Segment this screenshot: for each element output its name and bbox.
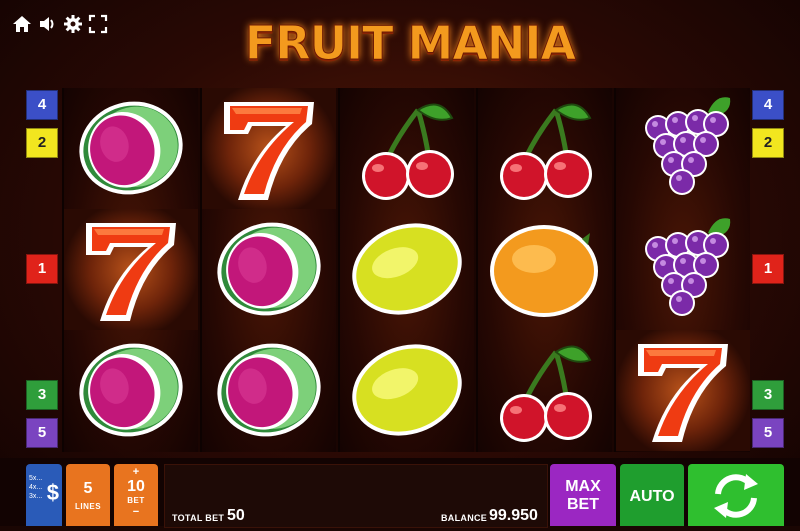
line-marker-1[interactable]: 1 <box>752 254 784 284</box>
line-marker-2[interactable]: 2 <box>26 128 58 158</box>
seven-symbol <box>64 209 198 330</box>
cherry-symbol <box>340 88 474 209</box>
home-icon[interactable] <box>12 14 32 34</box>
bet-value: 10 <box>127 478 145 495</box>
total-bet-label: TOTAL BET <box>172 513 225 523</box>
watermelon-symbol <box>64 330 198 451</box>
line-marker-1[interactable]: 1 <box>26 254 58 284</box>
reel-3 <box>338 88 474 452</box>
reel-area <box>62 88 750 452</box>
seven-symbol <box>202 88 336 209</box>
bet-decrease-icon[interactable]: − <box>114 506 158 518</box>
gear-icon[interactable] <box>63 14 83 34</box>
cherry-symbol <box>478 88 612 209</box>
orange-symbol <box>478 209 612 330</box>
auto-label: AUTO <box>629 488 675 505</box>
speaker-icon[interactable] <box>38 14 58 34</box>
auto-button[interactable]: AUTO <box>620 464 684 526</box>
line-marker-3[interactable]: 3 <box>752 380 784 410</box>
watermelon-symbol <box>64 88 198 209</box>
reel-1 <box>62 88 198 452</box>
lines-label: LINES <box>74 502 102 511</box>
fullscreen-icon[interactable] <box>88 14 108 34</box>
max-bet-label-line2: BET <box>567 496 599 513</box>
bet-increase-icon[interactable]: + <box>114 466 158 478</box>
line-marker-2[interactable]: 2 <box>752 128 784 158</box>
line-marker-4[interactable]: 4 <box>26 90 58 120</box>
line-marker-4[interactable]: 4 <box>752 90 784 120</box>
reel-2 <box>200 88 336 452</box>
paytable-button[interactable]: 5x... 4x... 3x... $ <box>26 464 62 526</box>
balance-label: BALANCE <box>441 513 488 523</box>
lemon-symbol <box>340 330 474 451</box>
reel-4 <box>476 88 612 452</box>
paytable-line-4x: 4x... <box>29 484 43 491</box>
cherry-symbol <box>478 330 612 451</box>
max-bet-label-line1: MAX <box>565 478 601 495</box>
total-bet-value: 50 <box>227 507 245 524</box>
lines-value: 5 <box>83 480 93 497</box>
line-marker-5[interactable]: 5 <box>752 418 784 448</box>
dollar-icon: $ <box>46 480 59 505</box>
info-panel: TOTAL BET 50 BALANCE 99.950 <box>164 464 548 528</box>
line-marker-3[interactable]: 3 <box>26 380 58 410</box>
lines-button[interactable]: 5 LINES <box>66 464 110 526</box>
bet-button[interactable]: + 10 BET − <box>114 464 158 526</box>
lemon-symbol <box>340 209 474 330</box>
watermelon-symbol <box>202 209 336 330</box>
seven-symbol <box>616 330 750 451</box>
paytable-line-5x: 5x... <box>29 475 43 482</box>
grapes-symbol <box>616 88 750 209</box>
spin-arrows-icon <box>714 474 758 518</box>
watermelon-symbol <box>202 330 336 451</box>
grapes-symbol <box>616 209 750 330</box>
game-title: FRUIT MANIA <box>244 16 576 71</box>
game-stage: FRUIT MANIA 4 2 1 3 5 4 2 1 3 5 5x... 4x… <box>0 0 800 528</box>
balance-value: 99.950 <box>489 507 538 524</box>
paytable-line-3x: 3x... <box>29 493 43 500</box>
bet-label: BET <box>127 496 145 505</box>
max-bet-button[interactable]: MAX BET <box>550 464 616 526</box>
line-marker-5[interactable]: 5 <box>26 418 58 448</box>
reel-5 <box>614 88 750 452</box>
spin-button[interactable] <box>688 464 784 526</box>
